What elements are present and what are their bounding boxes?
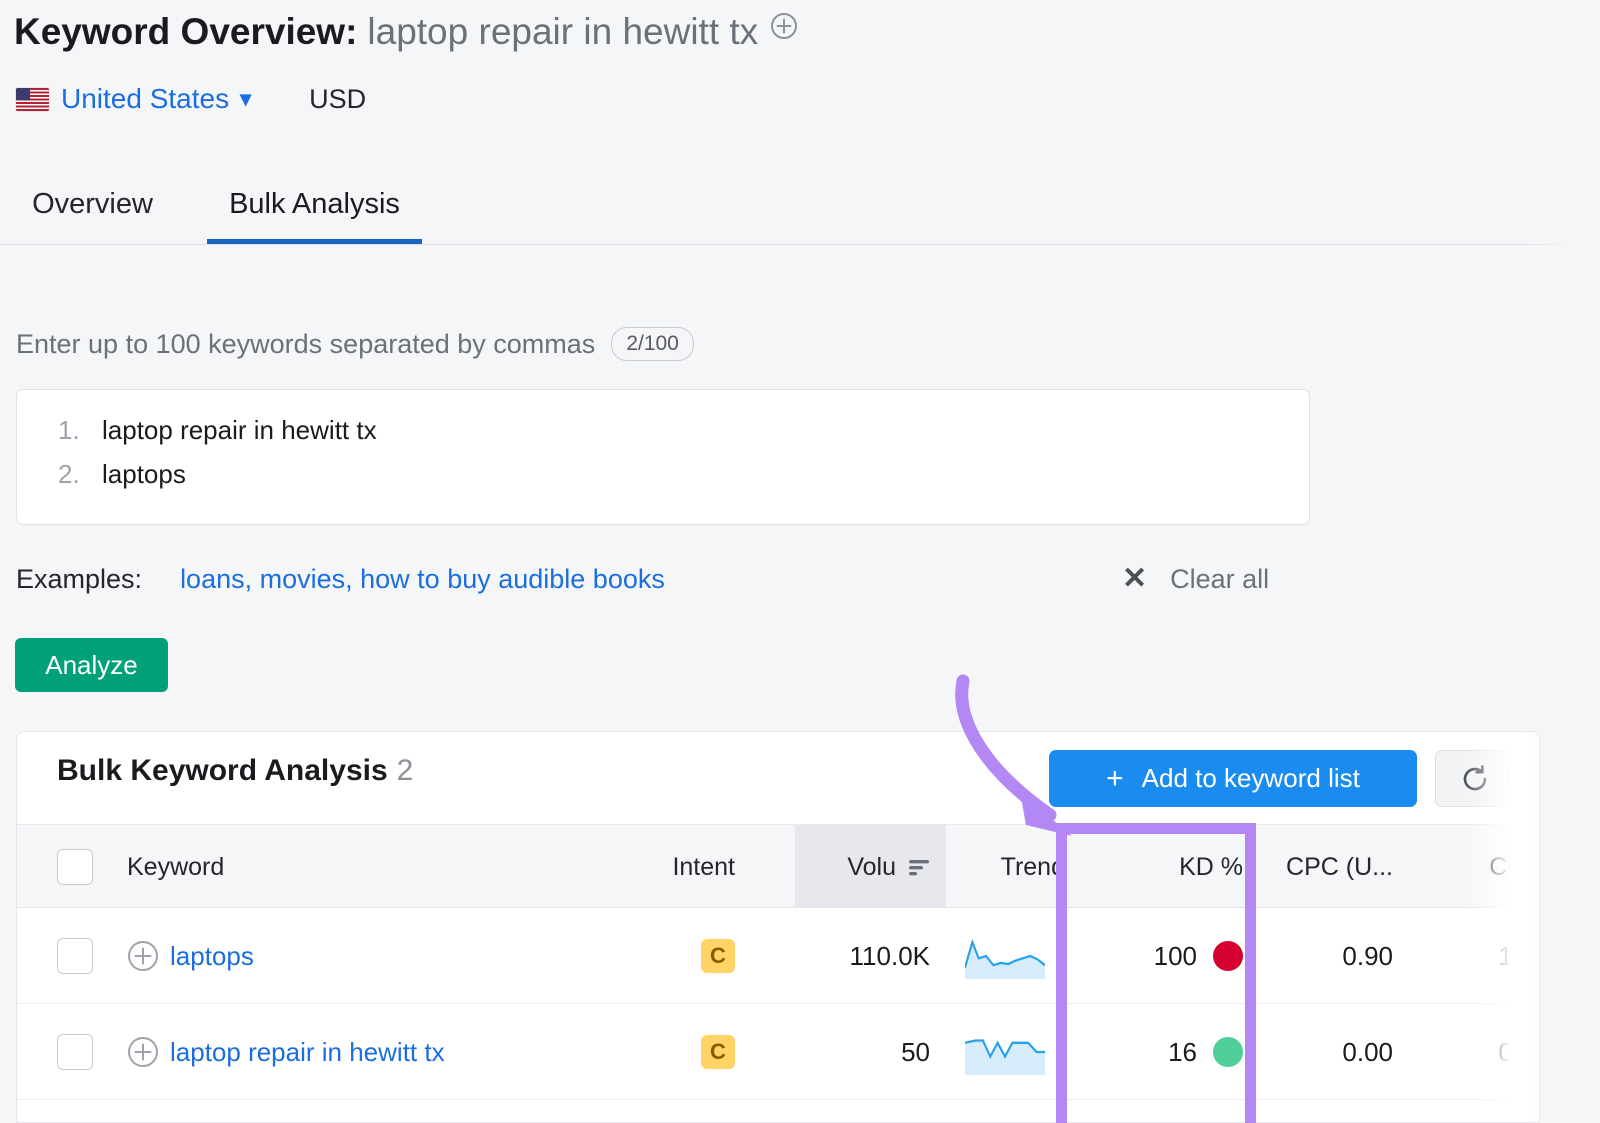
cell-volume: 110.0K <box>795 908 946 1004</box>
plus-circle-icon[interactable] <box>127 940 159 972</box>
add-to-keyword-list-label: Add to keyword list <box>1142 763 1360 794</box>
kd-status-dot <box>1213 1037 1243 1067</box>
keyword-line: 1. laptop repair in hewitt tx <box>17 408 1309 452</box>
us-flag-icon <box>16 88 49 111</box>
kd-status-dot <box>1213 941 1243 971</box>
column-header-cpc[interactable]: CPC (U... <box>1273 825 1393 909</box>
locale-selector[interactable]: United States ▾ USD <box>16 78 366 120</box>
cell-keyword[interactable]: laptops <box>127 908 254 1004</box>
cell-kd-value: 100 <box>1154 941 1197 972</box>
examples-label: Examples: <box>16 564 142 595</box>
column-header-keyword[interactable]: Keyword <box>127 825 224 909</box>
plus-circle-icon[interactable] <box>770 12 798 40</box>
trend-sparkline-icon <box>965 1029 1045 1075</box>
column-header-kd-label: KD % <box>1179 853 1243 882</box>
cell-cpc: 0.90 <box>1273 908 1393 1004</box>
analyze-button-label: Analyze <box>45 650 138 681</box>
clear-all-button[interactable]: ✕ Clear all <box>1122 557 1269 601</box>
refresh-icon <box>1460 764 1490 794</box>
examples-links[interactable]: loans, movies, how to buy audible books <box>180 564 665 595</box>
select-all-checkbox[interactable] <box>57 849 93 885</box>
card-result-count: 2 <box>397 754 414 787</box>
table-row[interactable]: laptop repair in hewitt tx C 50 16 0.00 … <box>17 1004 1540 1100</box>
cell-trend <box>947 908 1065 1004</box>
card-title: Bulk Keyword Analysis 2 <box>57 754 413 788</box>
keyword-entry-header: Enter up to 100 keywords separated by co… <box>16 322 694 366</box>
table-row[interactable]: laptops C 110.0K 100 0.90 1.00 <box>17 908 1540 1004</box>
keyword-overview-page: Keyword Overview:laptop repair in hewitt… <box>0 0 1600 1123</box>
trend-sparkline-icon <box>965 933 1045 979</box>
plus-icon: + <box>1106 764 1124 794</box>
table-header-row: Keyword Intent Volu Trend KD % CPC (U... <box>17 824 1540 908</box>
cell-volume: 50 <box>795 1004 946 1100</box>
keyword-line: 2. laptops <box>17 452 1309 496</box>
keyword-line-number: 1. <box>17 415 102 446</box>
keyword-input[interactable]: 1. laptop repair in hewitt tx 2. laptops <box>16 389 1310 525</box>
tab-bulk-analysis[interactable]: Bulk Analysis <box>207 165 422 244</box>
cell-trend <box>947 1004 1065 1100</box>
tab-bulk-analysis-label: Bulk Analysis <box>229 188 400 221</box>
analyze-button[interactable]: Analyze <box>15 638 168 692</box>
chevron-down-icon[interactable]: ▾ <box>240 88 251 110</box>
cell-intent: C <box>577 908 735 1004</box>
cell-competition: 0.00 <box>1397 1004 1540 1100</box>
keyword-line-number: 2. <box>17 459 102 490</box>
keyword-counter-badge: 2/100 <box>611 327 694 361</box>
update-button[interactable]: Upd <box>1435 750 1540 807</box>
cell-keyword[interactable]: laptop repair in hewitt tx <box>127 1004 445 1100</box>
country-label: United States <box>61 83 229 115</box>
intent-badge: C <box>701 939 735 973</box>
column-header-keyword-label: Keyword <box>127 853 224 882</box>
clear-all-label: Clear all <box>1170 564 1269 595</box>
column-header-volume-label: Volu <box>847 853 896 882</box>
column-header-competition-label: Com. <box>1489 853 1540 882</box>
cell-keyword-link[interactable]: laptop repair in hewitt tx <box>170 1037 445 1068</box>
intent-badge: C <box>701 1035 735 1069</box>
cell-keyword-link[interactable]: laptops <box>170 941 254 972</box>
update-button-label: Upd <box>1506 763 1540 794</box>
row-checkbox[interactable] <box>57 1034 93 1070</box>
tab-overview-label: Overview <box>32 188 153 221</box>
column-header-trend-label: Trend <box>1001 853 1065 882</box>
tab-bar: Overview Bulk Analysis <box>0 165 1600 245</box>
page-title-prefix: Keyword Overview: <box>14 11 357 52</box>
cell-kd: 100 <box>1073 908 1273 1004</box>
column-header-intent-label: Intent <box>672 853 735 882</box>
column-header-competition[interactable]: Com. <box>1397 825 1540 909</box>
cell-intent: C <box>577 1004 735 1100</box>
page-title: Keyword Overview:laptop repair in hewitt… <box>14 6 798 58</box>
cell-cpc: 0.00 <box>1273 1004 1393 1100</box>
add-to-keyword-list-button[interactable]: + Add to keyword list <box>1049 750 1417 807</box>
plus-circle-icon[interactable] <box>127 1036 159 1068</box>
card-header: Bulk Keyword Analysis 2 + Add to keyword … <box>17 732 1540 824</box>
column-header-kd[interactable]: KD % <box>1073 825 1273 909</box>
page-title-keyword: laptop repair in hewitt tx <box>367 11 758 52</box>
column-header-trend[interactable]: Trend <box>947 825 1065 909</box>
sort-descending-icon[interactable] <box>908 857 930 877</box>
row-checkbox[interactable] <box>57 938 93 974</box>
column-header-intent[interactable]: Intent <box>577 825 735 909</box>
tab-overview[interactable]: Overview <box>14 165 171 244</box>
keyword-entry-instruction: Enter up to 100 keywords separated by co… <box>16 329 595 360</box>
keyword-line-text: laptop repair in hewitt tx <box>102 415 377 446</box>
cell-kd-value: 16 <box>1168 1037 1197 1068</box>
card-title-text: Bulk Keyword Analysis <box>57 754 388 787</box>
bulk-keyword-analysis-card: Bulk Keyword Analysis 2 + Add to keyword … <box>16 731 1540 1123</box>
cell-competition: 1.00 <box>1397 908 1540 1004</box>
currency-label: USD <box>309 84 366 115</box>
close-x-icon: ✕ <box>1122 564 1147 594</box>
cell-kd: 16 <box>1073 1004 1273 1100</box>
examples-row: Examples: loans, movies, how to buy audi… <box>16 557 665 601</box>
column-header-volume[interactable]: Volu <box>795 825 946 909</box>
keyword-line-text: laptops <box>102 459 186 490</box>
column-header-cpc-label: CPC (U... <box>1286 853 1393 882</box>
